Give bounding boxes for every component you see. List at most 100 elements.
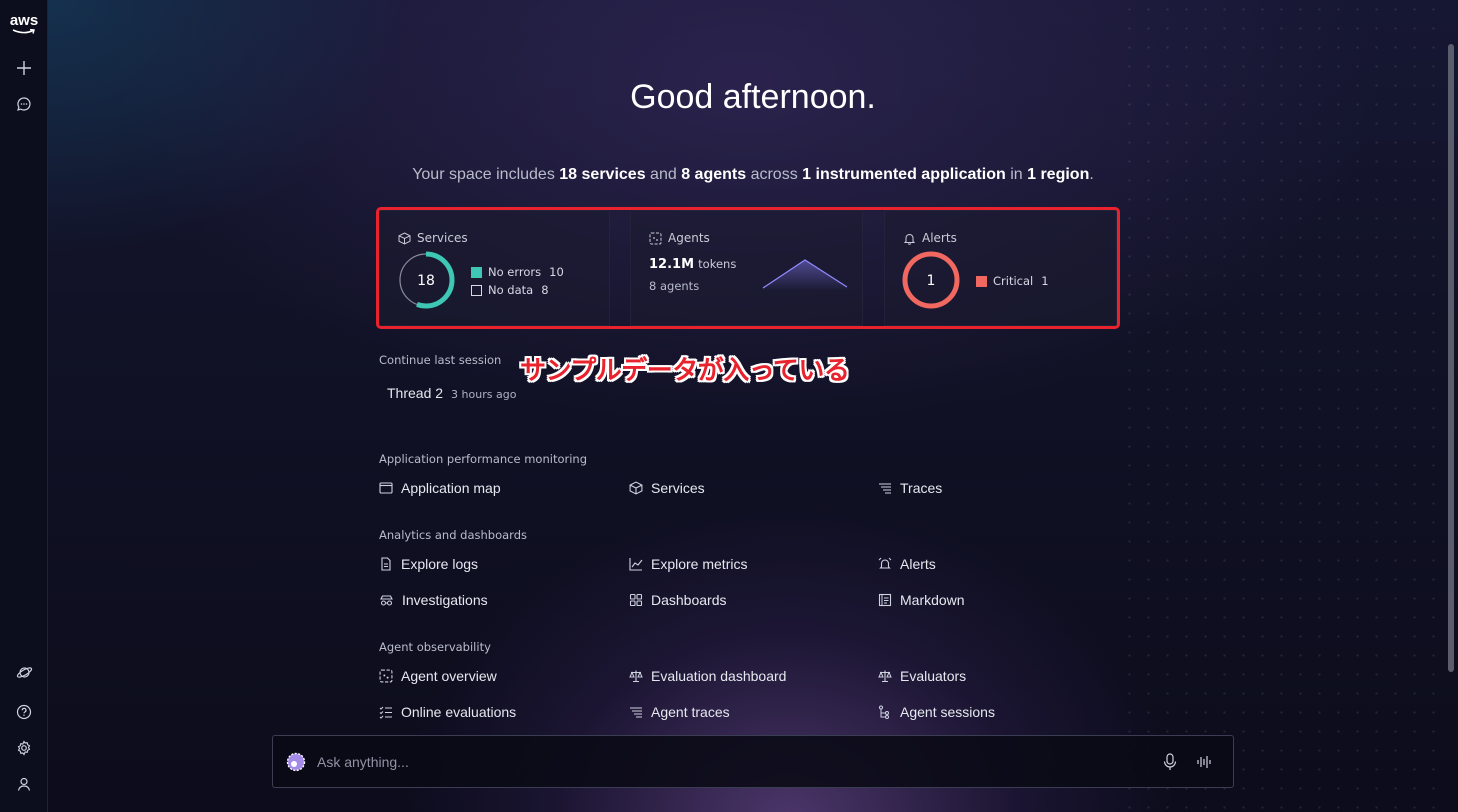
gear-icon <box>17 740 31 756</box>
link-agent-traces-label: Agent traces <box>651 704 730 720</box>
settings-button[interactable] <box>12 736 36 760</box>
window-icon <box>379 482 393 494</box>
summary-apps: 1 instrumented application <box>802 166 1006 183</box>
checklist-icon <box>379 706 392 719</box>
no-data-value: 8 <box>541 283 549 297</box>
link-evaluators[interactable]: Evaluators <box>878 668 966 684</box>
summary-and: and <box>650 166 677 183</box>
link-traces[interactable]: Traces <box>878 480 942 496</box>
aws-smile-icon <box>12 29 35 34</box>
tokens-value: 12.1M <box>649 257 695 272</box>
agents-card-label: Agents <box>668 231 710 245</box>
link-explore-logs[interactable]: Explore logs <box>379 556 478 572</box>
alerts-card-label: Alerts <box>922 231 957 245</box>
chat-button[interactable] <box>12 92 36 116</box>
alerts-card[interactable]: Alerts 1 Critical 1 <box>884 210 1117 326</box>
scale-icon <box>629 670 643 683</box>
summary-in: in <box>1010 166 1023 183</box>
link-dashboards[interactable]: Dashboards <box>629 592 727 608</box>
traces-icon <box>879 483 891 494</box>
bell-icon <box>903 233 916 245</box>
link-agent-overview[interactable]: Agent overview <box>379 668 497 684</box>
link-application-map[interactable]: Application map <box>379 480 501 496</box>
link-traces-label: Traces <box>900 480 943 496</box>
link-services[interactable]: Services <box>629 480 705 496</box>
planet-icon <box>16 666 32 678</box>
section-agent-observability-label: Agent observability <box>379 640 491 654</box>
plus-icon <box>17 61 31 75</box>
link-services-label: Services <box>651 480 705 496</box>
cube-icon <box>629 481 643 495</box>
waveform-icon <box>1197 756 1211 768</box>
critical-swatch <box>976 275 987 287</box>
link-evaluation-dashboard-label: Evaluation dashboard <box>651 668 787 684</box>
agent-icon <box>379 669 393 683</box>
section-analytics-label: Analytics and dashboards <box>379 528 527 542</box>
sessions-icon <box>879 705 889 719</box>
services-total: 18 <box>417 273 435 289</box>
markdown-icon <box>878 593 892 607</box>
tokens-sparkline <box>762 259 848 291</box>
space-summary: Your space includes 18 services and 8 ag… <box>48 166 1458 184</box>
explore-button[interactable] <box>12 660 36 684</box>
no-errors-value: 10 <box>549 265 564 279</box>
legend-no-data: No data 8 <box>471 283 549 297</box>
ask-bar <box>272 735 1234 788</box>
link-agent-sessions[interactable]: Agent sessions <box>878 704 995 720</box>
summary-prefix: Your space includes <box>412 166 555 183</box>
document-icon <box>381 557 391 571</box>
link-markdown[interactable]: Markdown <box>878 592 965 608</box>
section-apm-label: Application performance monitoring <box>379 452 587 466</box>
link-markdown-label: Markdown <box>900 592 965 608</box>
link-explore-logs-label: Explore logs <box>401 556 479 572</box>
no-data-swatch <box>471 284 482 296</box>
agents-card[interactable]: Agents 12.1M tokens 8 agents <box>630 210 863 326</box>
session-thread-name: Thread 2 <box>387 385 444 401</box>
link-online-evaluations[interactable]: Online evaluations <box>379 704 516 720</box>
services-card-title: Services <box>398 231 468 245</box>
services-card[interactable]: Services 18 No errors 10 No data 8 <box>379 210 610 326</box>
legend-critical: Critical 1 <box>976 274 1049 288</box>
grid-icon <box>629 593 643 607</box>
session-thread-link[interactable]: Thread 2 3 hours ago <box>387 385 516 401</box>
link-evaluation-dashboard[interactable]: Evaluation dashboard <box>629 668 786 684</box>
link-agent-overview-label: Agent overview <box>401 668 497 684</box>
summary-across: across <box>750 166 798 183</box>
session-thread-time: 3 hours ago <box>451 388 517 401</box>
greeting-title: Good afternoon. <box>630 78 876 116</box>
no-errors-label: No errors <box>488 265 542 279</box>
summary-regions: 1 region <box>1027 166 1090 183</box>
sidebar: aws <box>0 0 48 812</box>
continue-session-label: Continue last session <box>379 353 502 367</box>
traces-icon <box>630 707 642 718</box>
scrollbar[interactable] <box>1448 44 1454 672</box>
cube-icon <box>398 231 411 245</box>
link-investigations-label: Investigations <box>402 592 488 608</box>
aws-logo[interactable]: aws <box>9 12 39 36</box>
link-alerts-label: Alerts <box>900 556 936 572</box>
microphone-icon <box>1163 753 1177 770</box>
chat-icon <box>17 97 31 111</box>
agents-count: 8 agents <box>649 279 700 293</box>
help-button[interactable] <box>12 700 36 724</box>
legend-no-errors: No errors 10 <box>471 265 564 279</box>
summary-agents: 8 agents <box>681 166 747 183</box>
investigation-icon <box>380 595 393 606</box>
ask-input[interactable] <box>317 750 1137 774</box>
link-alerts[interactable]: Alerts <box>878 556 936 572</box>
link-investigations[interactable]: Investigations <box>379 592 488 608</box>
voice-mode-button[interactable] <box>1195 752 1213 772</box>
help-icon <box>16 704 32 720</box>
link-application-map-label: Application map <box>401 480 501 496</box>
link-dashboards-label: Dashboards <box>651 592 727 608</box>
link-explore-metrics-label: Explore metrics <box>651 556 748 572</box>
link-explore-metrics[interactable]: Explore metrics <box>629 556 747 572</box>
scale-icon <box>878 670 892 683</box>
critical-value: 1 <box>1041 274 1049 288</box>
profile-button[interactable] <box>12 772 36 796</box>
aws-logo-text: aws <box>9 12 39 29</box>
voice-input-button[interactable] <box>1161 752 1179 772</box>
link-agent-traces[interactable]: Agent traces <box>629 704 730 720</box>
link-agent-sessions-label: Agent sessions <box>900 704 995 720</box>
new-button[interactable] <box>12 56 36 80</box>
